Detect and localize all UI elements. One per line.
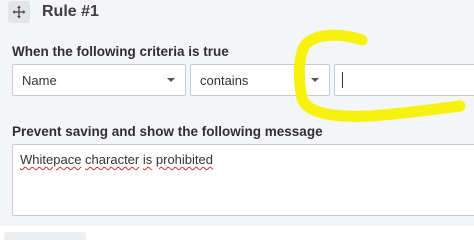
rule-header: Rule #1 bbox=[8, 0, 99, 24]
message-word: character bbox=[85, 152, 140, 167]
bottom-button-partial[interactable] bbox=[4, 232, 86, 240]
message-word: Whitepace bbox=[20, 152, 82, 167]
operator-select[interactable]: contains bbox=[190, 64, 330, 96]
move-arrows-glyph bbox=[12, 5, 26, 19]
message-textarea[interactable]: Whitepace character is prohibited bbox=[12, 144, 474, 216]
criteria-label: When the following criteria is true bbox=[12, 44, 229, 59]
criteria-value-input[interactable] bbox=[334, 64, 474, 96]
chevron-down-icon bbox=[311, 78, 319, 82]
operator-select-value: contains bbox=[200, 72, 249, 88]
rule-editor: Rule #1 When the following criteria is t… bbox=[0, 0, 474, 240]
message-word: prohibited bbox=[155, 152, 213, 167]
rule-panel: Rule #1 When the following criteria is t… bbox=[0, 0, 474, 226]
field-select[interactable]: Name bbox=[12, 64, 186, 96]
field-select-value: Name bbox=[22, 72, 57, 88]
chevron-down-icon bbox=[167, 78, 175, 82]
text-cursor bbox=[342, 72, 343, 88]
message-word: is bbox=[142, 152, 153, 167]
rule-title: Rule #1 bbox=[42, 3, 99, 20]
message-label: Prevent saving and show the following me… bbox=[12, 124, 323, 139]
move-arrows-icon[interactable] bbox=[8, 1, 30, 23]
